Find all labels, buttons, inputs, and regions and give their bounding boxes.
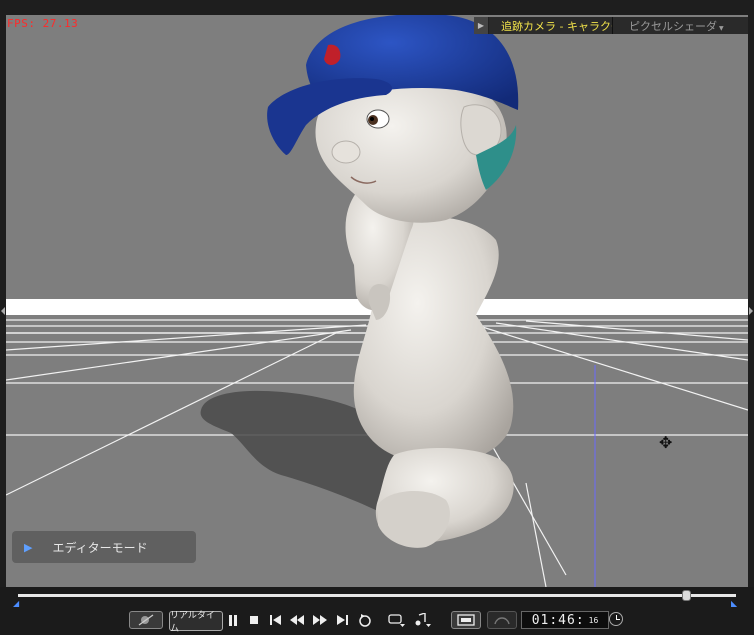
render-output-icon[interactable] bbox=[451, 611, 481, 629]
realtime-button[interactable]: リアルタイム bbox=[169, 611, 223, 634]
transport-controls: リアルタイム 01:46: 16 bbox=[0, 609, 754, 634]
clock-icon[interactable] bbox=[609, 612, 623, 626]
chevron-down-icon: ▼ bbox=[719, 25, 724, 32]
play-right-icon[interactable]: ▶ bbox=[474, 17, 489, 34]
fps-counter: FPS: 27.13 bbox=[7, 17, 79, 30]
play-triangle-icon: ▶ bbox=[24, 540, 33, 554]
music-dropdown-icon[interactable] bbox=[413, 611, 433, 629]
3d-viewport[interactable]: FPS: 27.13 ▶ 追跡カメラ - キャラクタ▼ ピクセルシェーダ▼ ▶ … bbox=[6, 15, 748, 587]
timecode-frames: 16 bbox=[588, 615, 599, 625]
right-edge-arrow-icon bbox=[749, 300, 753, 315]
shader-select-label: ピクセルシェーダ bbox=[629, 19, 717, 33]
editor-mode-button[interactable]: ▶ エディターモード bbox=[12, 531, 196, 563]
pause-icon[interactable] bbox=[226, 611, 240, 629]
stop-icon[interactable] bbox=[247, 611, 261, 629]
fast-forward-icon[interactable] bbox=[312, 611, 328, 629]
camera-switch-icon[interactable] bbox=[487, 611, 517, 629]
timeline-end-marker-icon[interactable]: ◣ bbox=[731, 599, 737, 608]
camera-toolbar: ▶ 追跡カメラ - キャラクタ▼ ピクセルシェーダ▼ bbox=[474, 17, 748, 34]
editor-mode-label: エディターモード bbox=[52, 540, 148, 555]
skip-to-start-icon[interactable] bbox=[268, 611, 282, 629]
scene-render bbox=[6, 15, 748, 587]
timeline-track[interactable] bbox=[18, 594, 736, 597]
left-edge-arrow-icon bbox=[1, 300, 5, 315]
rewind-icon[interactable] bbox=[289, 611, 305, 629]
timeline-start-marker-icon[interactable]: ◢ bbox=[13, 599, 19, 608]
playback-panel: ◢ ◣ リアルタイム 01:46: 16 bbox=[0, 587, 754, 635]
subtitle-dropdown-icon[interactable] bbox=[387, 611, 407, 629]
record-off-icon[interactable] bbox=[129, 611, 163, 629]
skip-to-end-icon[interactable] bbox=[335, 611, 349, 629]
four-way-arrow-icon: ✥ bbox=[659, 433, 673, 452]
timecode-main: 01:46: bbox=[531, 612, 585, 628]
app-window: FPS: 27.13 ▶ 追跡カメラ - キャラクタ▼ ピクセルシェーダ▼ ▶ … bbox=[0, 0, 754, 635]
camera-select-label: 追跡カメラ - キャラクタ bbox=[501, 19, 613, 33]
loop-icon[interactable] bbox=[356, 611, 374, 629]
shader-select[interactable]: ピクセルシェーダ ▼ bbox=[613, 17, 748, 34]
camera-select[interactable]: 追跡カメラ - キャラクタ▼ bbox=[489, 17, 613, 34]
timecode-display: 01:46: 16 bbox=[521, 611, 609, 629]
timeline-playhead[interactable] bbox=[681, 590, 691, 601]
